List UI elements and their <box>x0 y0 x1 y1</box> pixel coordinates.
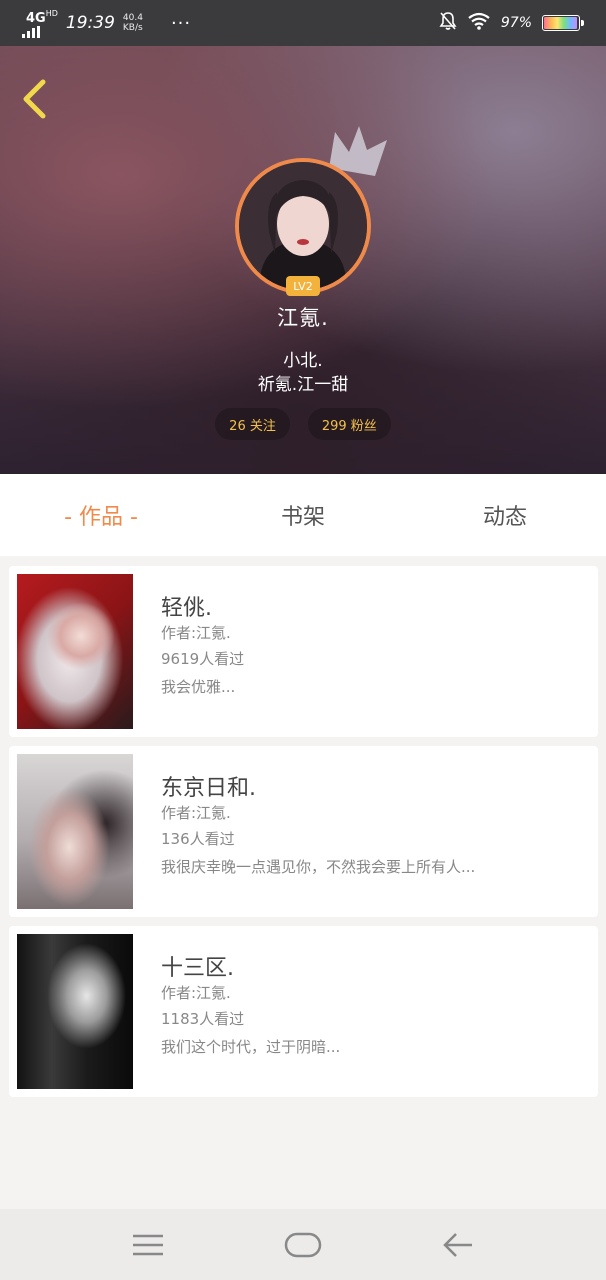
wifi-icon <box>467 12 491 34</box>
work-card[interactable]: 十三区. 作者:江氪. 1183人看过 我们这个时代，过于阴暗... <box>9 926 598 1097</box>
work-author: 作者:江氪. <box>161 624 231 642</box>
status-left: 4GHD 19:39 40.4 KB/s ··· <box>22 8 192 38</box>
bio-line-2: 祈氪.江一甜 <box>257 375 349 395</box>
work-views: 1183人看过 <box>161 1010 245 1028</box>
work-card[interactable]: 轻佻. 作者:江氪. 9619人看过 我会优雅... <box>9 566 598 737</box>
mute-bell-icon <box>439 11 457 35</box>
level-badge: LV2 <box>286 276 320 296</box>
tab-bookshelf[interactable]: 书架 <box>202 499 404 531</box>
profile-tabs: - 作品 - 书架 动态 <box>0 474 606 556</box>
work-cover-image <box>17 754 133 909</box>
avatar[interactable] <box>235 158 371 294</box>
system-back-button[interactable] <box>428 1220 488 1270</box>
profile-header: LV2 江氪. 小北. 祈氪.江一甜 26 关注 299 粉丝 <box>0 46 606 474</box>
net-speed: 40.4 KB/s <box>123 13 143 33</box>
followers-button[interactable]: 299 粉丝 <box>307 408 391 440</box>
works-list: 轻佻. 作者:江氪. 9619人看过 我会优雅... 东京日和. 作者:江氪. … <box>9 566 598 1106</box>
work-author: 作者:江氪. <box>161 984 231 1002</box>
status-bar: 4GHD 19:39 40.4 KB/s ··· 97% <box>0 0 606 46</box>
menu-icon <box>132 1234 163 1255</box>
work-title: 十三区. <box>161 956 234 981</box>
work-views: 136人看过 <box>161 830 235 848</box>
net-speed-value: 40.4 <box>122 13 143 23</box>
follow-stats: 26 关注 299 粉丝 <box>0 408 606 440</box>
system-nav-bar <box>0 1209 606 1280</box>
work-description: 我很庆幸晚一点遇见你，不然我会要上所有人... <box>161 858 476 876</box>
more-notifications: ··· <box>170 12 192 34</box>
work-cover-image <box>17 574 133 729</box>
signal-icon <box>22 26 58 38</box>
tab-works[interactable]: - 作品 - <box>0 499 202 531</box>
work-views: 9619人看过 <box>161 650 245 668</box>
back-button[interactable] <box>14 76 54 122</box>
username: 江氪. <box>277 306 329 330</box>
work-description: 我们这个时代，过于阴暗... <box>161 1038 341 1056</box>
work-cover-image <box>17 934 133 1089</box>
following-button[interactable]: 26 关注 <box>215 408 290 440</box>
menu-button[interactable] <box>118 1220 178 1270</box>
network-label: 4G <box>26 11 46 26</box>
network-indicator: 4GHD <box>22 8 58 38</box>
bio-line-1: 小北. <box>283 351 323 371</box>
work-card[interactable]: 东京日和. 作者:江氪. 136人看过 我很庆幸晚一点遇见你，不然我会要上所有人… <box>9 746 598 917</box>
home-icon <box>284 1232 322 1257</box>
battery-icon <box>542 15 584 31</box>
tab-activity[interactable]: 动态 <box>404 499 606 531</box>
work-title: 东京日和. <box>161 776 256 801</box>
work-title: 轻佻. <box>161 596 212 621</box>
avatar-container: LV2 <box>235 126 387 296</box>
network-sup: HD <box>45 9 58 18</box>
net-speed-unit: KB/s <box>122 23 143 33</box>
work-author: 作者:江氪. <box>161 804 231 822</box>
work-description: 我会优雅... <box>161 678 236 696</box>
chevron-left-icon <box>23 79 46 119</box>
avatar-image <box>239 162 367 290</box>
battery-fill <box>544 17 577 29</box>
battery-percent: 97% <box>500 15 532 31</box>
status-right: 97% <box>439 11 584 35</box>
clock: 19:39 <box>65 13 115 33</box>
home-button[interactable] <box>273 1220 333 1270</box>
back-arrow-icon <box>443 1232 473 1257</box>
